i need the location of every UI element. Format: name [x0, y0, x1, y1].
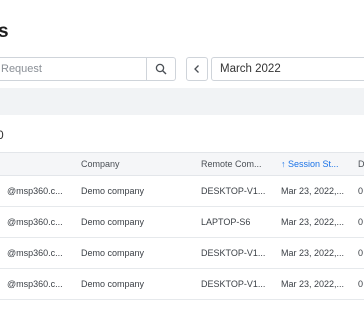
cell-remote-computer: DESKTOP-V1...: [201, 248, 266, 258]
table-row[interactable]: @msp360.c... Demo company DESKTOP-V1... …: [0, 238, 364, 269]
cell-session-start: Mar 23, 2022,...: [281, 186, 345, 196]
cell-user: @msp360.c...: [7, 186, 63, 196]
previous-month-button[interactable]: [186, 57, 208, 81]
cell-company: Demo company: [81, 248, 145, 258]
cell-user: @msp360.c...: [7, 248, 63, 258]
cell-user: @msp360.c...: [7, 279, 63, 289]
cell-user: @msp360.c...: [7, 217, 63, 227]
cell-session-start: Mar 23, 2022,...: [281, 248, 345, 258]
chevron-left-icon: [194, 65, 199, 73]
column-header-company[interactable]: Company: [81, 159, 120, 169]
cell-session-start: Mar 23, 2022,...: [281, 279, 345, 289]
column-header-d[interactable]: D: [358, 159, 364, 169]
cell-d: 0: [358, 217, 364, 227]
table-header: Company Remote Com... ↑ Session St... D: [0, 152, 364, 176]
cell-remote-computer: LAPTOP-S6: [201, 217, 251, 227]
search-input[interactable]: [1, 58, 139, 80]
cell-company: Demo company: [81, 279, 145, 289]
month-picker[interactable]: March 2022: [211, 57, 364, 81]
search-box: [0, 57, 176, 81]
column-header-session-start[interactable]: ↑ Session St...: [281, 159, 339, 169]
cell-company: Demo company: [81, 217, 145, 227]
cell-d: 0: [358, 248, 364, 258]
table-row[interactable]: @msp360.c... Demo company DESKTOP-V1... …: [0, 269, 364, 300]
cell-d: 0: [358, 186, 364, 196]
cell-remote-computer: DESKTOP-V1...: [201, 279, 266, 289]
cell-d: 0: [358, 279, 364, 289]
cell-remote-computer: DESKTOP-V1...: [201, 186, 266, 196]
cell-company: Demo company: [81, 186, 145, 196]
month-picker-value: March 2022: [220, 63, 281, 75]
search-icon: [155, 63, 167, 75]
column-header-remote-computer[interactable]: Remote Com...: [201, 159, 262, 169]
sessions-table: Company Remote Com... ↑ Session St... D …: [0, 152, 364, 300]
table-row[interactable]: @msp360.c... Demo company LAPTOP-S6 Mar …: [0, 207, 364, 238]
page-title: s: [0, 21, 9, 42]
filter-bar: [0, 88, 364, 115]
table-row[interactable]: @msp360.c... Demo company DESKTOP-V1... …: [0, 176, 364, 207]
cell-session-start: Mar 23, 2022,...: [281, 217, 345, 227]
search-button[interactable]: [146, 58, 175, 80]
session-count: 0: [0, 128, 4, 142]
